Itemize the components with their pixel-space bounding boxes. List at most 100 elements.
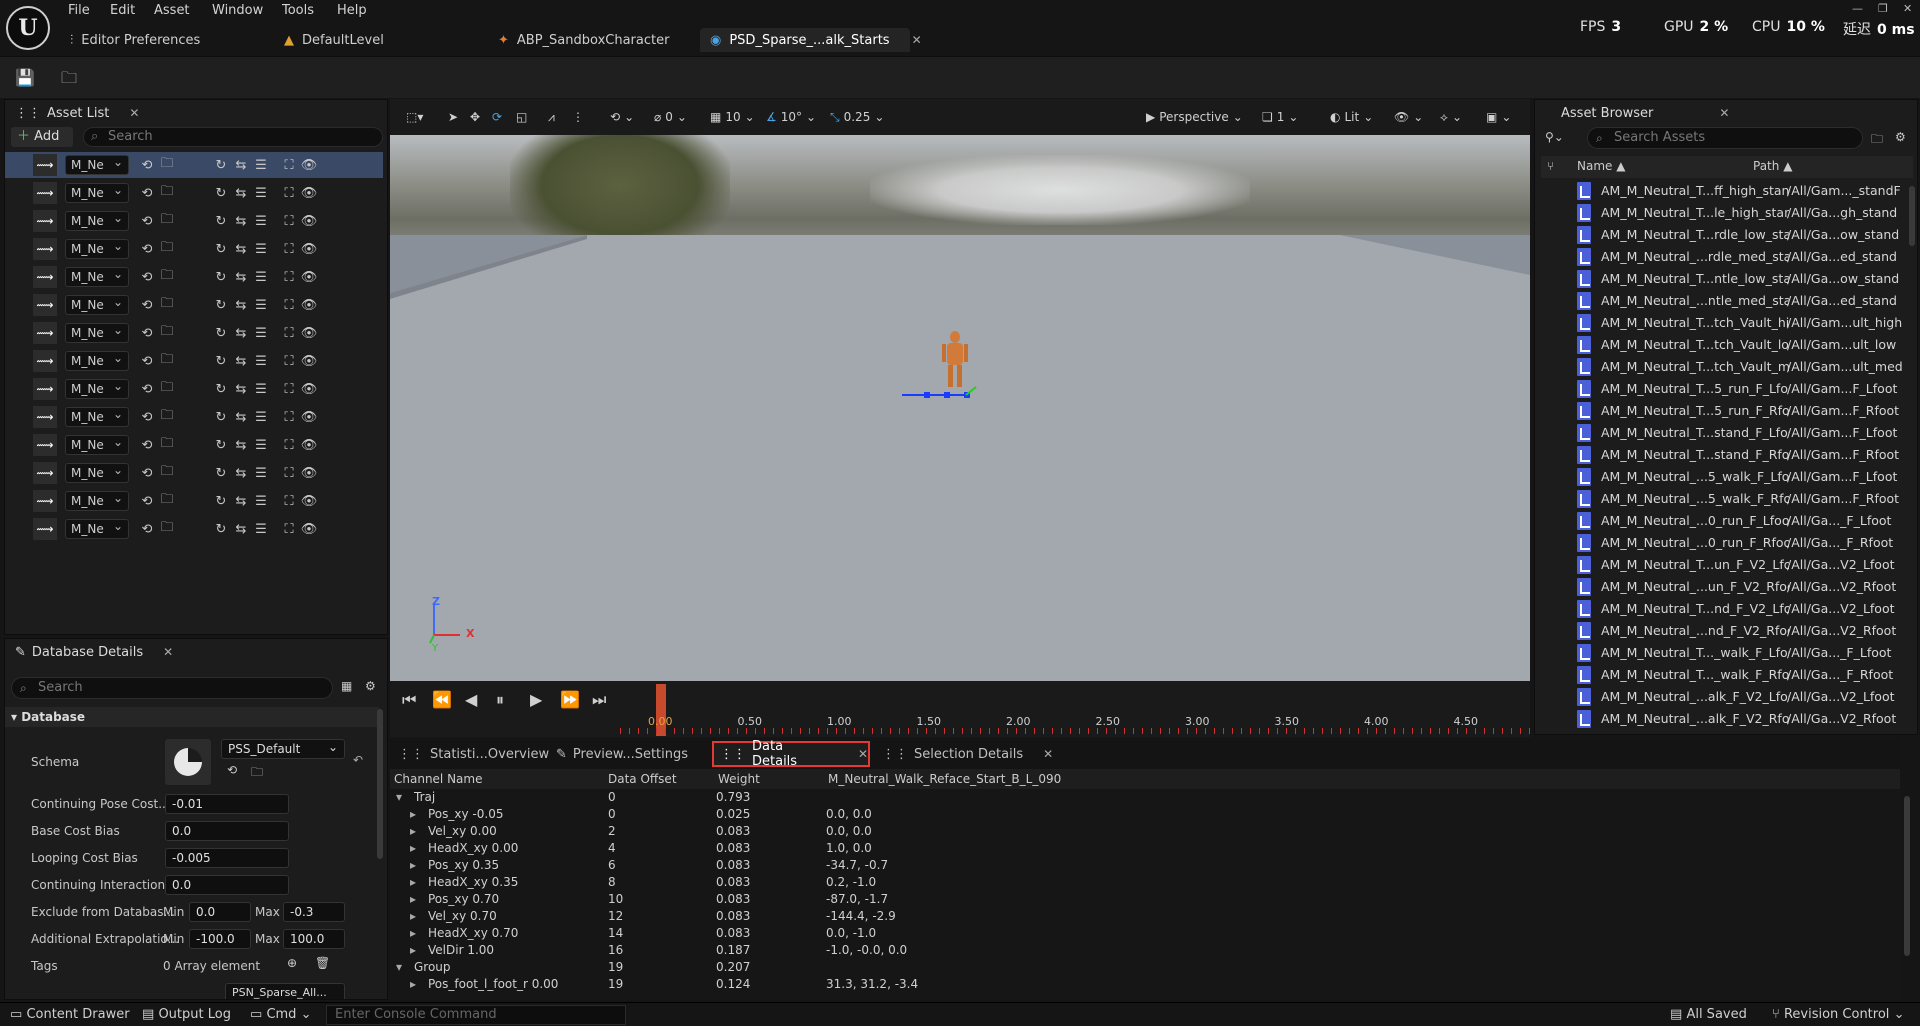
asset-browser-row[interactable]: AM_M_Neutral_T...tch_Vault_low/All/Gam..… xyxy=(1535,334,1896,356)
sampling-icon[interactable]: ☰ xyxy=(251,382,271,397)
asset-browser-row[interactable]: AM_M_Neutral_...alk_F_V2_Lfoot/All/Ga...… xyxy=(1535,686,1895,708)
browse-asset-icon[interactable]: 🗀 xyxy=(157,378,177,400)
mirror-icon[interactable]: ⇆ xyxy=(231,438,251,453)
menu-asset[interactable]: Asset xyxy=(154,3,190,18)
use-selected-icon[interactable]: ⟲ xyxy=(137,242,157,257)
settings-gear-icon[interactable]: ⚙ xyxy=(365,679,376,693)
mirror-icon[interactable]: ⇆ xyxy=(231,410,251,425)
use-selected-icon[interactable]: ⟲ xyxy=(137,522,157,537)
browse-asset-icon[interactable]: 🗀 xyxy=(157,462,177,484)
asset-dropdown[interactable]: M_Ne xyxy=(65,433,129,455)
use-selected-icon[interactable]: ⟲ xyxy=(137,354,157,369)
asset-list-row[interactable]: ⟿ M_Ne ⟲🗀 ↻⇆☰ ⛶👁 xyxy=(5,236,383,262)
sampling-icon[interactable]: ☰ xyxy=(251,410,271,425)
table-row[interactable]: ▸ HeadX_xy 0.70 14 0.083 0.0, -1.0 xyxy=(392,925,1902,942)
grid-snap-button[interactable]: ▦ 10 ⌄ xyxy=(710,106,755,128)
asset-list-row[interactable]: ⟿ M_Ne ⟲🗀 ↻⇆☰ ⛶👁 xyxy=(5,376,383,402)
asset-browser-row[interactable]: AM_M_Neutral_T...stand_F_Rfoot/All/Gam..… xyxy=(1535,444,1899,466)
blend-icon[interactable]: ⛶ xyxy=(279,270,299,285)
browse-asset-icon[interactable]: 🗀 xyxy=(157,154,177,176)
select-mode-button[interactable]: ⬚▾ xyxy=(406,106,423,128)
eye-icon[interactable]: 👁 xyxy=(299,214,319,229)
asset-dropdown[interactable]: M_Ne xyxy=(65,265,129,287)
eye-icon[interactable]: 👁 xyxy=(299,186,319,201)
sampling-icon[interactable]: ☰ xyxy=(251,326,271,341)
angle-snap-button[interactable]: ∡ 10° ⌄ xyxy=(766,106,816,128)
browse-asset-icon[interactable]: 🗀 xyxy=(157,406,177,428)
loop-icon[interactable]: ↻ xyxy=(211,186,231,201)
unreal-logo-icon[interactable]: U xyxy=(6,6,50,50)
eye-icon[interactable]: 👁 xyxy=(299,354,319,369)
restore-icon[interactable]: ❐ xyxy=(1878,2,1888,15)
asset-browser-row[interactable]: AM_M_Neutral_...alk_F_V2_Rfoot/All/Ga...… xyxy=(1535,708,1896,730)
asset-browser-row[interactable]: AM_M_Neutral_T..._walk_F_Lfoot/All/Ga...… xyxy=(1535,642,1895,664)
use-selected-icon[interactable]: ⟲ xyxy=(137,494,157,509)
use-selected-icon[interactable]: ⟲ xyxy=(137,186,157,201)
use-selected-icon[interactable]: ⟲ xyxy=(137,438,157,453)
skip-start-icon[interactable]: ⏮ xyxy=(402,690,416,710)
eye-icon[interactable]: 👁 xyxy=(299,438,319,453)
console-input[interactable]: Enter Console Command xyxy=(326,1005,626,1025)
mirror-icon[interactable]: ⇆ xyxy=(231,382,251,397)
sampling-icon[interactable]: ☰ xyxy=(251,242,271,257)
asset-dropdown[interactable]: M_Ne xyxy=(65,181,129,203)
add-element-icon[interactable]: ⊕ xyxy=(287,956,297,970)
asset-browser-row[interactable]: AM_M_Neutral_T...5_run_F_Lfoot/All/Gam..… xyxy=(1535,378,1897,400)
sampling-icon[interactable]: ☰ xyxy=(251,494,271,509)
table-row[interactable]: ▾ Group 19 0.207 xyxy=(392,959,1902,976)
expand-arrow-icon[interactable]: ▸ xyxy=(410,926,416,940)
eye-icon[interactable]: 👁 xyxy=(299,494,319,509)
asset-browser-row[interactable]: AM_M_Neutral_...5_walk_F_Lfoot/All/Gam..… xyxy=(1535,466,1897,488)
blend-icon[interactable]: ⛶ xyxy=(279,382,299,397)
asset-dropdown[interactable]: M_Ne xyxy=(65,517,129,539)
browse-icon[interactable]: 🗀 xyxy=(58,67,80,89)
play-reverse-icon[interactable]: ◀ xyxy=(465,690,477,709)
reset-icon[interactable]: ↶ xyxy=(353,753,363,767)
expand-arrow-icon[interactable]: ▸ xyxy=(410,977,416,991)
browse-asset-icon[interactable]: 🗀 xyxy=(157,182,177,204)
tab-selection-details[interactable]: ⋮⋮ Selection Details ✕ xyxy=(882,741,1053,767)
database-details-tab[interactable]: ✎ Database Details ✕ xyxy=(5,639,184,665)
loop-icon[interactable]: ↻ xyxy=(211,270,231,285)
continuing-pose-field[interactable]: -0.01 xyxy=(165,794,289,814)
menu-file[interactable]: File xyxy=(68,3,90,18)
schema-dropdown[interactable]: PSS_Default ⌄ xyxy=(221,739,345,759)
minimize-icon[interactable]: — xyxy=(1852,2,1863,15)
revision-control-button[interactable]: ⑂ Revision Control ⌄ xyxy=(1772,1007,1904,1022)
menu-help[interactable]: Help xyxy=(337,3,367,18)
asset-dropdown[interactable]: M_Ne xyxy=(65,293,129,315)
sampling-icon[interactable]: ☰ xyxy=(251,354,271,369)
use-selected-icon[interactable]: ⟲ xyxy=(137,158,157,173)
browse-asset-icon[interactable]: 🗀 xyxy=(157,322,177,344)
tab-abp-sandbox-character[interactable]: ✦ ABP_SandboxCharacter xyxy=(498,28,669,52)
looping-cost-field[interactable]: -0.005 xyxy=(165,848,289,868)
expand-arrow-icon[interactable]: ▸ xyxy=(410,892,416,906)
tab-editor-preferences[interactable]: ⫶ Editor Preferences xyxy=(70,28,200,52)
blend-icon[interactable]: ⛶ xyxy=(279,354,299,369)
use-selected-icon[interactable]: ⟲ xyxy=(227,763,237,777)
step-forward-icon[interactable]: ⏩ xyxy=(560,690,580,709)
tab-psd-sparse-walk-starts[interactable]: ◉ PSD_Sparse_...alk_Starts ✕ xyxy=(700,28,922,52)
table-row[interactable]: ▸ Pos_xy 0.70 10 0.083 -87.0, -1.7 xyxy=(392,891,1902,908)
step-back-icon[interactable]: ⏪ xyxy=(432,690,452,709)
expand-arrow-icon[interactable]: ▸ xyxy=(410,875,416,889)
snap-surface-icon[interactable]: ⩘ xyxy=(548,106,555,128)
mirror-icon[interactable]: ⇆ xyxy=(231,298,251,313)
loop-icon[interactable]: ↻ xyxy=(211,158,231,173)
asset-dropdown[interactable]: M_Ne xyxy=(65,349,129,371)
add-button[interactable]: ＋ Add xyxy=(11,127,73,147)
expand-arrow-icon[interactable]: ▸ xyxy=(410,824,416,838)
asset-dropdown[interactable]: M_Ne xyxy=(65,209,129,231)
loop-icon[interactable]: ↻ xyxy=(211,326,231,341)
use-selected-icon[interactable]: ⟲ xyxy=(137,326,157,341)
asset-browser-row[interactable]: AM_M_Neutral_...0_run_F_Lfoot/All/Ga..._… xyxy=(1535,510,1895,532)
performance-dropdown[interactable]: ⟡ ⌄ xyxy=(1440,106,1462,128)
database-section-header[interactable]: ▾ Database xyxy=(5,707,379,727)
sampling-icon[interactable]: ☰ xyxy=(251,214,271,229)
eye-icon[interactable]: 👁 xyxy=(299,522,319,537)
asset-browser-row[interactable]: AM_M_Neutral_T...stand_F_Lfoot/All/Gam..… xyxy=(1535,422,1897,444)
asset-browser-row[interactable]: AM_M_Neutral_T...ntle_low_stand/All/Ga..… xyxy=(1535,268,1899,290)
blend-icon[interactable]: ⛶ xyxy=(279,522,299,537)
sampling-icon[interactable]: ☰ xyxy=(251,158,271,173)
browse-asset-icon[interactable]: 🗀 xyxy=(157,210,177,232)
